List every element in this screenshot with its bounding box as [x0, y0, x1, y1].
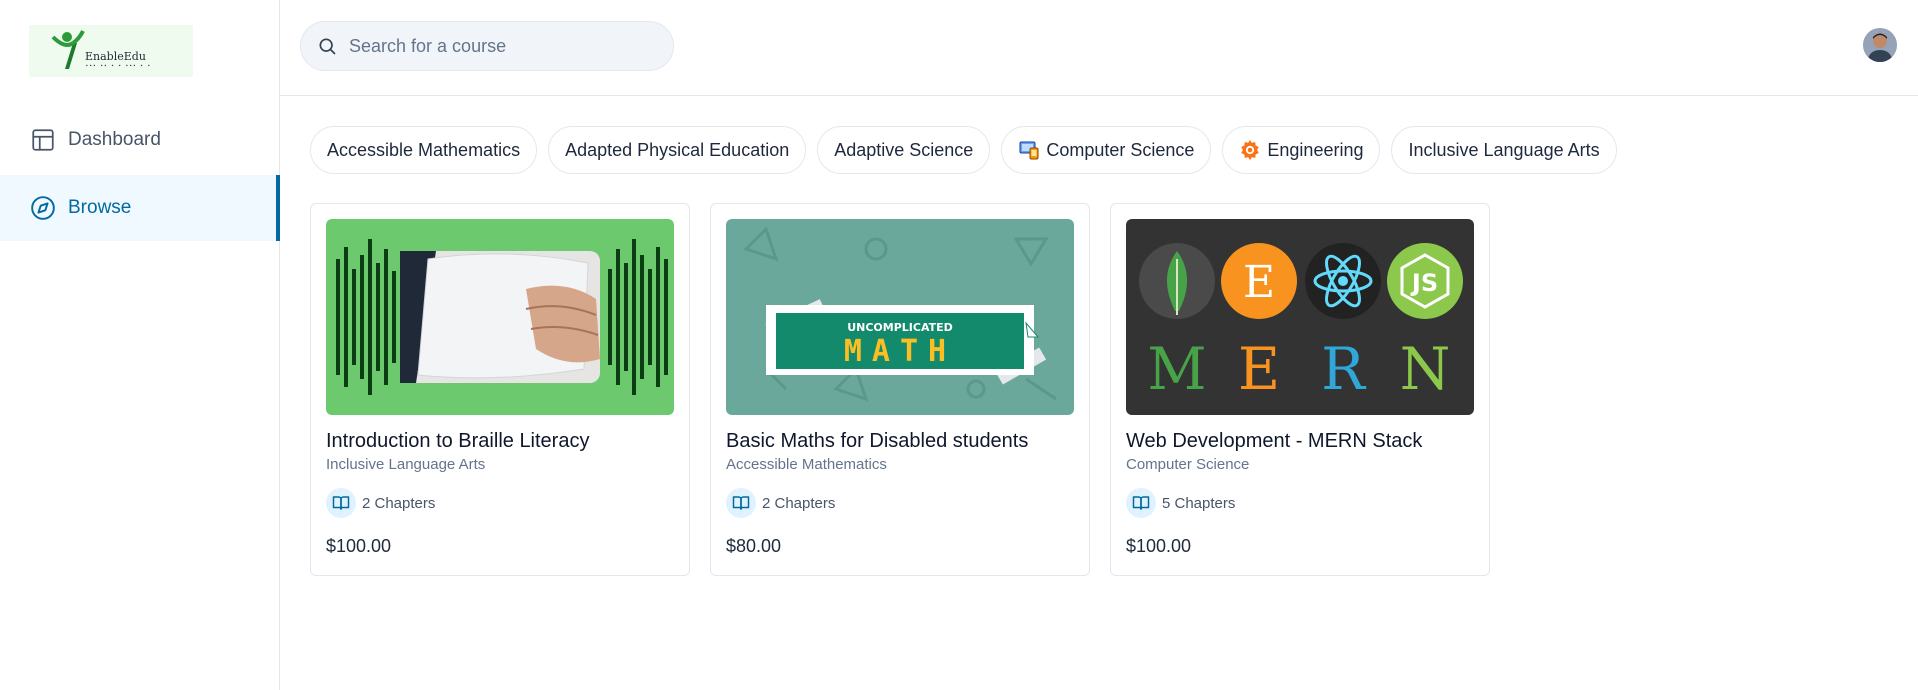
category-chip-label: Computer Science — [1046, 139, 1195, 160]
sidebar-item-label: Browse — [68, 197, 132, 218]
category-chip-label: Adapted Physical Education — [565, 139, 790, 160]
course-price: $100.00 — [326, 536, 392, 556]
course-card[interactable]: Introduction to Braille Literacy Inclusi… — [310, 203, 690, 576]
course-thumbnail: UNCOMPLICATED MATH — [726, 219, 1074, 415]
course-chapter-count: 5 Chapters — [1162, 494, 1236, 512]
course-price: $100.00 — [1126, 536, 1192, 556]
search-icon — [317, 36, 337, 56]
mern-image-icon: E JS M E R N — [1126, 219, 1474, 415]
book-icon — [726, 488, 756, 518]
course-chapter-count: 2 Chapters — [762, 494, 836, 512]
course-title: Basic Maths for Disabled students — [726, 430, 1029, 452]
computer-icon — [1018, 139, 1040, 161]
thumb-letter-e: E — [1238, 335, 1280, 403]
course-title: Web Development - MERN Stack — [1126, 430, 1423, 452]
user-avatar-icon — [1863, 28, 1897, 62]
course-category: Computer Science — [1126, 456, 1250, 473]
category-chip-label: Engineering — [1267, 139, 1364, 160]
thumb-title: MATH — [844, 334, 956, 369]
thumb-js-label: JS — [1410, 269, 1438, 297]
compass-icon — [30, 195, 56, 221]
course-category: Accessible Mathematics — [726, 456, 887, 473]
category-chip-label: Inclusive Language Arts — [1408, 139, 1600, 160]
book-icon — [1126, 488, 1156, 518]
course-chapter-count: 2 Chapters — [362, 494, 436, 512]
thumb-subtitle: UNCOMPLICATED — [847, 321, 953, 334]
top-navbar — [280, 0, 1918, 96]
search-bar[interactable] — [300, 21, 674, 71]
sidebar-item-dashboard[interactable]: Dashboard — [0, 107, 280, 173]
category-chip-computer-science[interactable]: Computer Science — [1001, 126, 1212, 174]
category-chip-adapted-physical-education[interactable]: Adapted Physical Education — [548, 126, 807, 174]
app: EnableEdu ▪▪▪ ▪▪ ▪ ▪ ▪▪▪ ▪ ▪ Dashboard B… — [0, 0, 1918, 690]
search-input[interactable] — [349, 35, 649, 57]
course-price: $80.00 — [726, 536, 782, 556]
braille-image-icon — [326, 219, 674, 415]
course-card[interactable]: UNCOMPLICATED MATH Basic Maths for Disab… — [710, 203, 1090, 576]
book-icon — [326, 488, 356, 518]
course-thumbnail: E JS M E R N — [1126, 219, 1474, 415]
sidebar-item-label: Dashboard — [68, 129, 161, 150]
logo-text: EnableEdu — [85, 50, 146, 63]
math-image-icon: UNCOMPLICATED MATH — [726, 219, 1074, 415]
logo[interactable]: EnableEdu ▪▪▪ ▪▪ ▪ ▪ ▪▪▪ ▪ ▪ — [29, 25, 193, 77]
thumb-letter-n: N — [1400, 335, 1451, 403]
category-chip-label: Adaptive Science — [834, 139, 974, 160]
course-category: Inclusive Language Arts — [326, 456, 486, 473]
category-chip-accessible-mathematics[interactable]: Accessible Mathematics — [310, 126, 538, 174]
avatar[interactable] — [1863, 28, 1897, 62]
category-chip-inclusive-language-arts[interactable]: Inclusive Language Arts — [1391, 126, 1617, 174]
category-chip-adaptive-science[interactable]: Adaptive Science — [817, 126, 991, 174]
category-chip-label: Accessible Mathematics — [327, 139, 521, 160]
category-filter-list: Accessible Mathematics Adapted Physical … — [310, 126, 1617, 174]
thumb-letter-m: M — [1147, 335, 1206, 403]
sidebar: EnableEdu ▪▪▪ ▪▪ ▪ ▪ ▪▪▪ ▪ ▪ Dashboard B… — [0, 0, 280, 690]
gear-icon — [1239, 139, 1261, 161]
svg-text:E: E — [1243, 257, 1275, 308]
course-thumbnail — [326, 219, 674, 415]
logo-tagline: ▪▪▪ ▪▪ ▪ ▪ ▪▪▪ ▪ ▪ — [86, 63, 152, 69]
thumb-letter-r: R — [1321, 335, 1367, 403]
category-chip-engineering[interactable]: Engineering — [1222, 126, 1381, 174]
course-card[interactable]: E JS M E R N Web Development - MERN Stac… — [1110, 203, 1490, 576]
sidebar-item-browse[interactable]: Browse — [0, 175, 280, 241]
course-title: Introduction to Braille Literacy — [326, 430, 590, 452]
layout-icon — [30, 127, 56, 153]
course-list: Introduction to Braille Literacy Inclusi… — [310, 203, 1490, 576]
course-chapters: 2 Chapters — [326, 488, 674, 518]
course-chapters: 5 Chapters — [1126, 488, 1474, 518]
course-chapters: 2 Chapters — [726, 488, 1074, 518]
